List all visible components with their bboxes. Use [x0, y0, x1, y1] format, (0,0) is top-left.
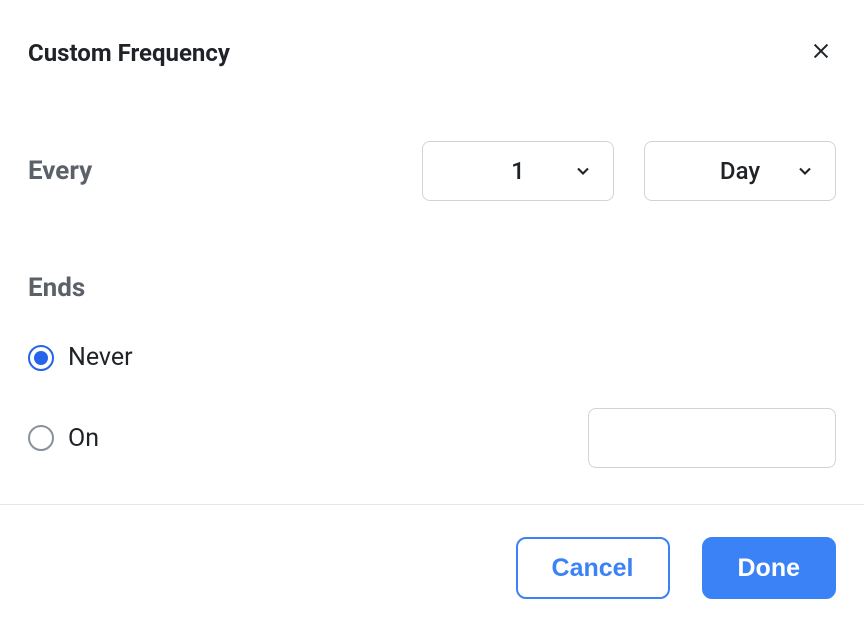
dialog-title: Custom Frequency	[28, 39, 230, 67]
end-date-input-wrap[interactable]	[588, 408, 836, 468]
ends-never-label: Never	[68, 343, 133, 372]
radio-icon	[28, 425, 54, 451]
ends-on-radio[interactable]: On	[28, 424, 99, 453]
ends-radio-group: Never On	[28, 343, 836, 468]
ends-on-label: On	[68, 424, 99, 453]
custom-frequency-dialog: Custom Frequency Every 1 Day	[0, 0, 864, 616]
every-label: Every	[28, 156, 92, 186]
dialog-header: Custom Frequency	[0, 0, 864, 69]
close-icon	[810, 40, 832, 65]
dialog-footer: Cancel Done	[0, 504, 864, 631]
interval-value: 1	[511, 157, 525, 185]
dialog-content: Every 1 Day Ends	[0, 69, 864, 504]
ends-on-row: On	[28, 408, 836, 468]
interval-select[interactable]: 1	[422, 141, 614, 201]
close-button[interactable]	[806, 36, 836, 69]
unit-value: Day	[720, 157, 760, 185]
ends-section: Ends Never On	[28, 273, 836, 468]
radio-icon	[28, 345, 54, 371]
ends-never-row: Never	[28, 343, 836, 372]
done-button[interactable]: Done	[702, 537, 837, 599]
ends-label: Ends	[28, 273, 836, 303]
end-date-input[interactable]	[603, 427, 864, 450]
ends-never-radio[interactable]: Never	[28, 343, 133, 372]
unit-select[interactable]: Day	[644, 141, 836, 201]
chevron-down-icon	[573, 161, 593, 181]
every-row: Every 1 Day	[28, 141, 836, 201]
radio-dot-icon	[34, 351, 48, 365]
every-selects: 1 Day	[422, 141, 836, 201]
cancel-button[interactable]: Cancel	[516, 537, 670, 599]
chevron-down-icon	[795, 161, 815, 181]
